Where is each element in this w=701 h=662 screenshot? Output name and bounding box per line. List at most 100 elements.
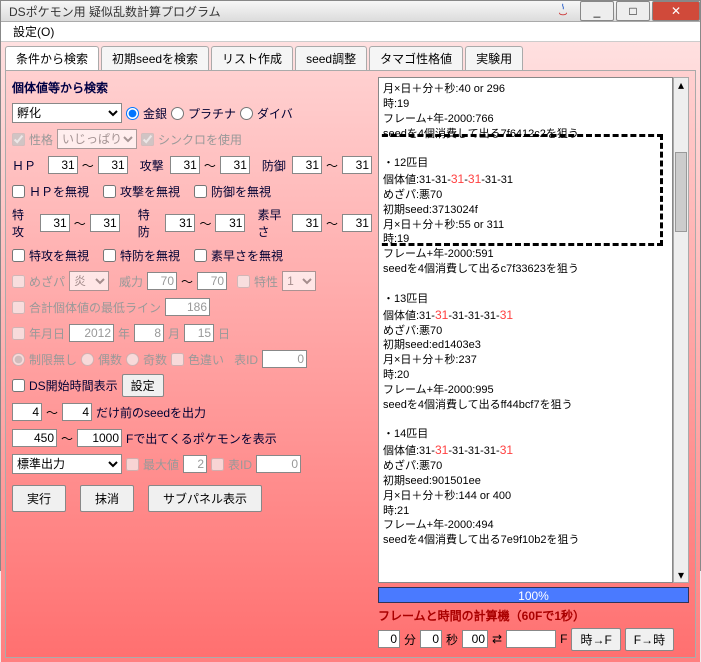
limit-none-label: 制限無し: [29, 351, 77, 368]
calc-footer: フレームと時間の計算機（60Fで1秒）: [378, 603, 689, 624]
window-title: DSポケモン用 疑似乱数計算プログラム: [9, 3, 554, 20]
nature-check: [12, 133, 25, 146]
dsstart-label: DS開始時間表示: [29, 377, 118, 394]
date-label: 年月日: [29, 325, 65, 342]
left-panel: 個体値等から検索 孵化 金銀 プラチナ ダイバ 性格 いじっぱり シンクロを使用…: [12, 77, 372, 651]
method-select[interactable]: 孵化: [12, 103, 122, 123]
ign-spe-check[interactable]: [194, 249, 207, 262]
ver-dia-radio[interactable]: [240, 107, 253, 120]
results-text[interactable]: 月×日＋分＋秒:40 or 296時:19フレーム+年-2000:766seed…: [378, 77, 673, 583]
f-to-time-button[interactable]: F→時: [625, 628, 674, 651]
tab-egg[interactable]: タマゴ性格値: [369, 46, 463, 70]
shiny-label: 色違い: [188, 351, 224, 368]
ign-hp-label: ＨＰを無視: [29, 183, 89, 200]
spe-max[interactable]: [342, 214, 372, 232]
nature-select: いじっぱり: [57, 129, 137, 149]
max-id-input: [256, 455, 301, 473]
hidden-type-select: 炎: [69, 271, 109, 291]
framerange-label: Fで出てくるポケモンを表示: [126, 430, 277, 447]
ign-spd-check[interactable]: [103, 249, 116, 262]
highlight-box: [378, 134, 663, 246]
swap-icon: ⇄: [492, 632, 502, 646]
ign-hp-check[interactable]: [12, 185, 25, 198]
progress-bar: 100%: [378, 587, 689, 603]
menu-settings[interactable]: 設定(O): [7, 21, 60, 42]
tab-seed-adj[interactable]: seed調整: [295, 46, 367, 70]
synchro-label: シンクロを使用: [158, 131, 242, 148]
hp-max[interactable]: [98, 156, 128, 174]
framerange-b[interactable]: [77, 429, 122, 447]
java-icon: [554, 2, 572, 20]
def-label: 防御: [262, 157, 288, 174]
def-min[interactable]: [292, 156, 322, 174]
framerange-a[interactable]: [12, 429, 57, 447]
tab-exp[interactable]: 実験用: [465, 46, 523, 70]
titlebar: DSポケモン用 疑似乱数計算プログラム _ □ ✕: [1, 1, 700, 22]
tab-bar: 条件から検索 初期seedを検索 リスト作成 seed調整 タマゴ性格値 実験用: [5, 46, 696, 70]
results-scrollbar[interactable]: ▴ ▾: [673, 77, 689, 583]
totalmin-check: [12, 301, 25, 314]
hp-min[interactable]: [48, 156, 78, 174]
section-heading: 個体値等から検索: [12, 77, 372, 98]
tid-input: [262, 350, 307, 368]
tab-content: 個体値等から検索 孵化 金銀 プラチナ ダイバ 性格 いじっぱり シンクロを使用…: [5, 70, 696, 658]
ign-def-check[interactable]: [194, 185, 207, 198]
limit-even-label: 偶数: [98, 351, 122, 368]
calc-result[interactable]: [506, 630, 556, 648]
clear-button[interactable]: 抹消: [80, 485, 134, 512]
ign-atk-check[interactable]: [103, 185, 116, 198]
seedbefore-a[interactable]: [12, 403, 42, 421]
atk-label: 攻撃: [140, 157, 166, 174]
right-panel: 月×日＋分＋秒:40 or 296時:19フレーム+年-2000:766seed…: [378, 77, 689, 651]
atk-max[interactable]: [220, 156, 250, 174]
tab-search-cond[interactable]: 条件から検索: [5, 46, 99, 70]
totalmin-label: 合計個体値の最低ライン: [29, 299, 161, 316]
ign-spd-label: 特防を無視: [120, 247, 180, 264]
max-id-check: [211, 458, 224, 471]
ver-plat-radio[interactable]: [171, 107, 184, 120]
ign-atk-label: 攻撃を無視: [120, 183, 180, 200]
close-button[interactable]: ✕: [652, 1, 700, 21]
calc-f[interactable]: [462, 630, 488, 648]
year-label: 年: [118, 325, 130, 342]
seedbefore-b[interactable]: [62, 403, 92, 421]
spe-min[interactable]: [292, 214, 322, 232]
limit-odd-radio: [126, 353, 139, 366]
max-check: [126, 458, 139, 471]
spd-max[interactable]: [215, 214, 245, 232]
tab-search-seed[interactable]: 初期seedを検索: [101, 46, 209, 70]
ability-check: [237, 275, 250, 288]
output-select[interactable]: 標準出力: [12, 454, 122, 474]
dsstart-check[interactable]: [12, 379, 25, 392]
spa-min[interactable]: [40, 214, 70, 232]
menubar: 設定(O): [1, 22, 700, 42]
spa-label: 特攻: [12, 206, 36, 240]
ver-plat-label: プラチナ: [188, 105, 236, 122]
calc-sec[interactable]: [420, 630, 442, 648]
hidden-check: [12, 275, 25, 288]
maximize-button[interactable]: □: [616, 1, 650, 21]
def-max[interactable]: [342, 156, 372, 174]
calc-sec-l: 秒: [446, 631, 458, 648]
calc-min[interactable]: [378, 630, 400, 648]
atk-min[interactable]: [170, 156, 200, 174]
time-to-f-button[interactable]: 時→F: [571, 628, 620, 651]
run-button[interactable]: 実行: [12, 485, 66, 512]
ability-label: 特性: [254, 273, 278, 290]
month-input: [134, 324, 164, 342]
dsstart-set-button[interactable]: 設定: [122, 374, 164, 397]
minimize-button[interactable]: _: [580, 1, 614, 21]
nature-label: 性格: [29, 131, 53, 148]
ver-gold-label: 金銀: [143, 105, 167, 122]
ign-spa-check[interactable]: [12, 249, 25, 262]
tab-list[interactable]: リスト作成: [211, 46, 293, 70]
ign-spe-label: 素早さを無視: [211, 247, 283, 264]
spe-label: 素早さ: [257, 206, 288, 240]
ver-dia-label: ダイバ: [257, 105, 293, 122]
spd-min[interactable]: [165, 214, 195, 232]
ver-gold-radio[interactable]: [126, 107, 139, 120]
shiny-check: [171, 353, 184, 366]
subpanel-button[interactable]: サブパネル表示: [148, 485, 262, 512]
spa-max[interactable]: [90, 214, 120, 232]
max-label: 最大値: [143, 456, 179, 473]
